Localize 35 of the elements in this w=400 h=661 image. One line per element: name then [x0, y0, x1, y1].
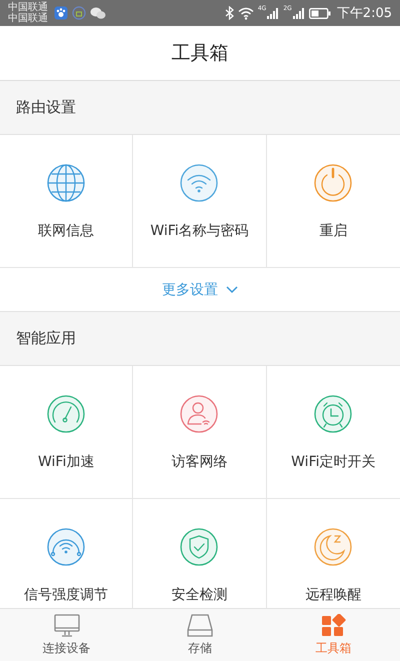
clock-time: 下午2:05 — [336, 5, 392, 22]
carrier-name: 中国联通 — [8, 2, 48, 13]
cell-signal-icon — [292, 7, 305, 19]
page-title: 工具箱 — [172, 41, 228, 66]
grid-icon — [319, 614, 348, 638]
tab[interactable]: 存储 — [133, 609, 267, 661]
tool-label: 信号强度调节 — [24, 586, 108, 604]
tool-label: WiFi加速 — [38, 453, 94, 471]
tool-label: 访客网络 — [171, 453, 228, 471]
tool-label: 远程唤醒 — [305, 586, 362, 604]
tool-label: 联网信息 — [38, 222, 94, 240]
tool-label: WiFi名称与密码 — [150, 222, 249, 240]
tool-label: WiFi定时开关 — [291, 453, 376, 471]
tool-tile[interactable]: 访客网络 — [133, 366, 267, 499]
tool-tile[interactable]: 重启 — [266, 135, 400, 268]
tool-tile[interactable]: WiFi加速 — [0, 366, 134, 499]
drive-icon — [186, 614, 214, 638]
chat-app-icon — [90, 6, 106, 20]
bluetooth-icon — [224, 6, 234, 20]
tool-label: 重启 — [319, 222, 348, 240]
tool-tile[interactable]: WiFi名称与密码 — [133, 135, 267, 268]
wifi-signal-icon — [238, 6, 254, 20]
battery-icon — [308, 8, 331, 18]
monitor-icon — [52, 614, 81, 638]
tool-tile[interactable]: WiFi定时开关 — [266, 366, 400, 499]
tool-label: 安全检测 — [171, 586, 228, 604]
section-title: 智能应用 — [16, 329, 76, 348]
section-title: 路由设置 — [16, 98, 76, 117]
cell-signal-icon — [267, 7, 280, 19]
tab[interactable]: 连接设备 — [0, 609, 134, 661]
chevron-down-icon — [226, 286, 238, 294]
paw-app-icon — [54, 6, 68, 20]
app-icon — [72, 6, 86, 20]
carrier-name: 中国联通 — [8, 13, 48, 24]
tool-tile[interactable]: 联网信息 — [0, 135, 134, 268]
